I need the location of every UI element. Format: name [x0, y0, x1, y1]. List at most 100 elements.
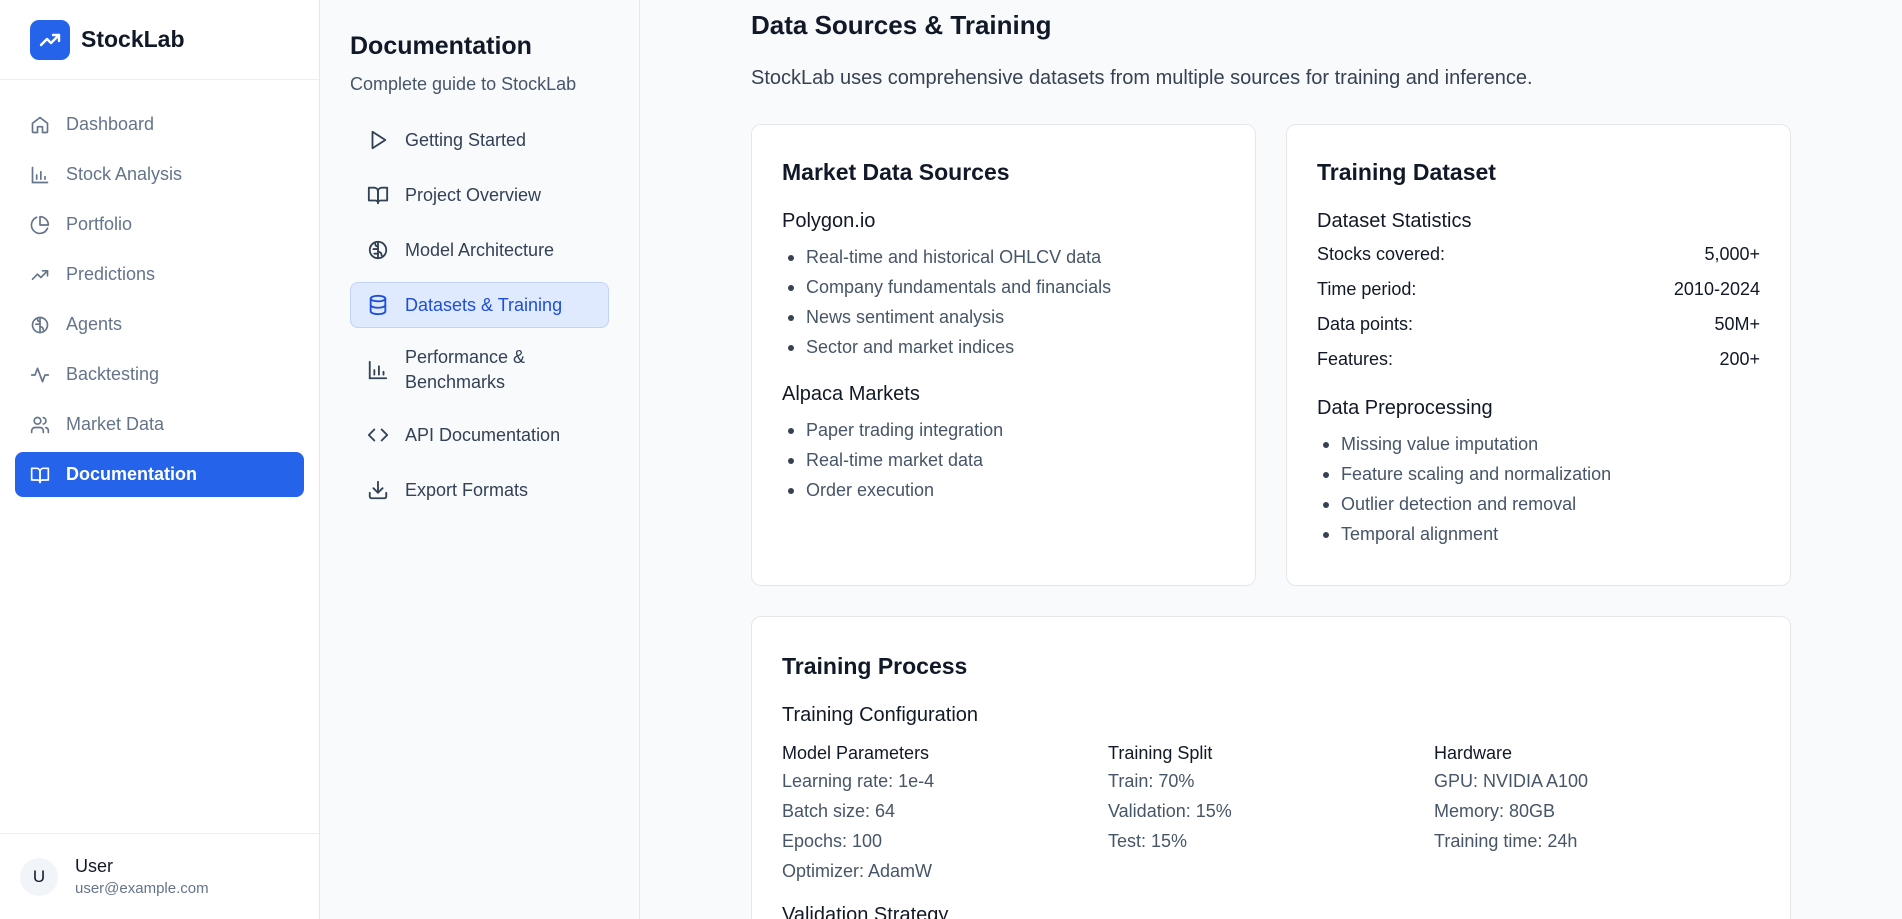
sidebar-item-dashboard[interactable]: Dashboard	[15, 102, 304, 147]
config-line: Memory: 80GB	[1434, 801, 1556, 821]
training-configuration-title: Training Configuration	[782, 704, 979, 726]
list-item: Sector and market indices	[782, 332, 1225, 362]
market-data-sources-card: Market Data Sources Polygon.io Real-time…	[751, 124, 1256, 586]
docs-nav-subtitle: Complete guide to StockLab	[350, 74, 577, 94]
config-column-model-parameters: Model Parameters Learning rate: 1e-4 Bat…	[782, 741, 1108, 886]
config-column-hardware: Hardware GPU: NVIDIA A100 Memory: 80GB T…	[1434, 741, 1760, 886]
sidebar-item-portfolio[interactable]: Portfolio	[15, 202, 304, 247]
sidebar-item-label: Stock Analysis	[66, 164, 183, 184]
docs-nav: Documentation Complete guide to StockLab…	[320, 0, 640, 919]
main-content[interactable]: Data Sources & Training StockLab uses co…	[641, 0, 1902, 919]
docs-item-label: Getting Started	[405, 129, 527, 150]
user-info: User user@example.com	[75, 856, 209, 897]
stat-label: Features:	[1317, 349, 1394, 369]
stat-row: Data points: 50M+	[1317, 307, 1760, 342]
brand-name: StockLab	[81, 26, 185, 52]
training-configuration-columns: Model Parameters Learning rate: 1e-4 Bat…	[782, 741, 1760, 886]
book-icon	[29, 464, 51, 486]
sidebar-item-label: Portfolio	[66, 214, 133, 234]
docs-item-project-overview[interactable]: Project Overview	[350, 172, 609, 218]
user-profile[interactable]: U User user@example.com	[0, 833, 319, 919]
docs-item-model-architecture[interactable]: Model Architecture	[350, 227, 609, 273]
book-open-icon	[366, 183, 390, 207]
play-icon	[366, 128, 390, 152]
sidebar-item-backtesting[interactable]: Backtesting	[15, 352, 304, 397]
source-name: Alpaca Markets	[782, 383, 920, 405]
docs-item-export-formats[interactable]: Export Formats	[350, 467, 609, 513]
list-item: News sentiment analysis	[782, 302, 1225, 332]
home-icon	[29, 114, 51, 136]
docs-nav-title: Documentation	[350, 32, 532, 60]
docs-item-label: Performance & Benchmarks	[405, 347, 526, 392]
page-lead: StockLab uses comprehensive datasets fro…	[751, 67, 1533, 89]
data-preprocessing-title: Data Preprocessing	[1317, 397, 1493, 419]
config-line: Test: 15%	[1108, 831, 1188, 851]
docs-item-label: Project Overview	[405, 184, 542, 205]
docs-item-datasets-training[interactable]: Datasets & Training	[350, 282, 609, 328]
docs-item-api-documentation[interactable]: API Documentation	[350, 412, 609, 458]
bar-chart-icon	[366, 358, 390, 382]
list-item: Missing value imputation	[1317, 429, 1760, 459]
dataset-statistics: Stocks covered: 5,000+ Time period: 2010…	[1317, 237, 1760, 377]
stat-label: Data points:	[1317, 314, 1414, 334]
bar-chart-icon	[29, 164, 51, 186]
column-heading: Model Parameters	[782, 743, 930, 763]
sidebar-item-market-data[interactable]: Market Data	[15, 402, 304, 447]
validation-strategy-title: Validation Strategy	[782, 904, 949, 919]
sidebar-item-agents[interactable]: Agents	[15, 302, 304, 347]
sidebar-item-label: Predictions	[66, 264, 156, 284]
sidebar-item-documentation[interactable]: Documentation	[15, 452, 304, 497]
card-title: Training Dataset	[1317, 159, 1496, 185]
sidebar-item-predictions[interactable]: Predictions	[15, 252, 304, 297]
sidebar-item-label: Documentation	[66, 464, 198, 484]
column-heading: Hardware	[1434, 743, 1513, 763]
list-item: Paper trading integration	[782, 415, 1225, 445]
config-line: Batch size: 64	[782, 801, 896, 821]
card-title: Training Process	[782, 653, 968, 679]
user-email: user@example.com	[75, 880, 209, 897]
stat-value: 2010-2024	[1673, 279, 1760, 299]
list-item: Real-time market data	[782, 445, 1225, 475]
stat-label: Time period:	[1317, 279, 1417, 299]
config-line: Optimizer: AdamW	[782, 861, 933, 881]
stat-value: 5,000+	[1704, 244, 1760, 264]
docs-item-label: Datasets & Training	[405, 294, 563, 315]
brand[interactable]: StockLab	[0, 0, 319, 80]
page-title: Data Sources & Training	[751, 10, 1052, 40]
column-heading: Training Split	[1108, 743, 1213, 763]
brain-icon	[366, 238, 390, 262]
sidebar-item-stock-analysis[interactable]: Stock Analysis	[15, 152, 304, 197]
docs-item-label: API Documentation	[405, 424, 561, 445]
stat-value: 50M+	[1714, 314, 1760, 334]
sidebar-item-label: Dashboard	[66, 114, 155, 134]
list-item: Feature scaling and normalization	[1317, 459, 1760, 489]
source-feature-list: Paper trading integration Real-time mark…	[782, 415, 1225, 505]
docs-item-label: Model Architecture	[405, 239, 555, 260]
pie-chart-icon	[29, 214, 51, 236]
config-line: Train: 70%	[1108, 771, 1195, 791]
stat-row: Stocks covered: 5,000+	[1317, 237, 1760, 272]
config-line: Learning rate: 1e-4	[782, 771, 935, 791]
config-line: GPU: NVIDIA A100	[1434, 771, 1589, 791]
docs-item-performance-benchmarks[interactable]: Performance & Benchmarks	[350, 337, 609, 403]
list-item: Company fundamentals and financials	[782, 272, 1225, 302]
docs-item-getting-started[interactable]: Getting Started	[350, 117, 609, 163]
card-title: Market Data Sources	[782, 159, 1010, 185]
config-line: Training time: 24h	[1434, 831, 1578, 851]
sidebar-nav: Dashboard Stock Analysis Portfolio Predi…	[0, 80, 319, 497]
list-item: Order execution	[782, 475, 1225, 505]
stat-label: Stocks covered:	[1317, 244, 1446, 264]
training-dataset-card: Training Dataset Dataset Statistics Stoc…	[1286, 124, 1791, 586]
config-column-training-split: Training Split Train: 70% Validation: 15…	[1108, 741, 1434, 886]
list-item: Real-time and historical OHLCV data	[782, 242, 1225, 272]
list-item: Temporal alignment	[1317, 519, 1760, 549]
avatar: U	[20, 857, 58, 896]
trending-up-icon	[29, 264, 51, 286]
code-icon	[366, 423, 390, 447]
activity-icon	[29, 364, 51, 386]
sidebar-item-label: Agents	[66, 314, 123, 334]
brain-icon	[29, 314, 51, 336]
dataset-statistics-title: Dataset Statistics	[1317, 210, 1472, 232]
stat-row: Time period: 2010-2024	[1317, 272, 1760, 307]
sidebar-item-label: Backtesting	[66, 364, 160, 384]
